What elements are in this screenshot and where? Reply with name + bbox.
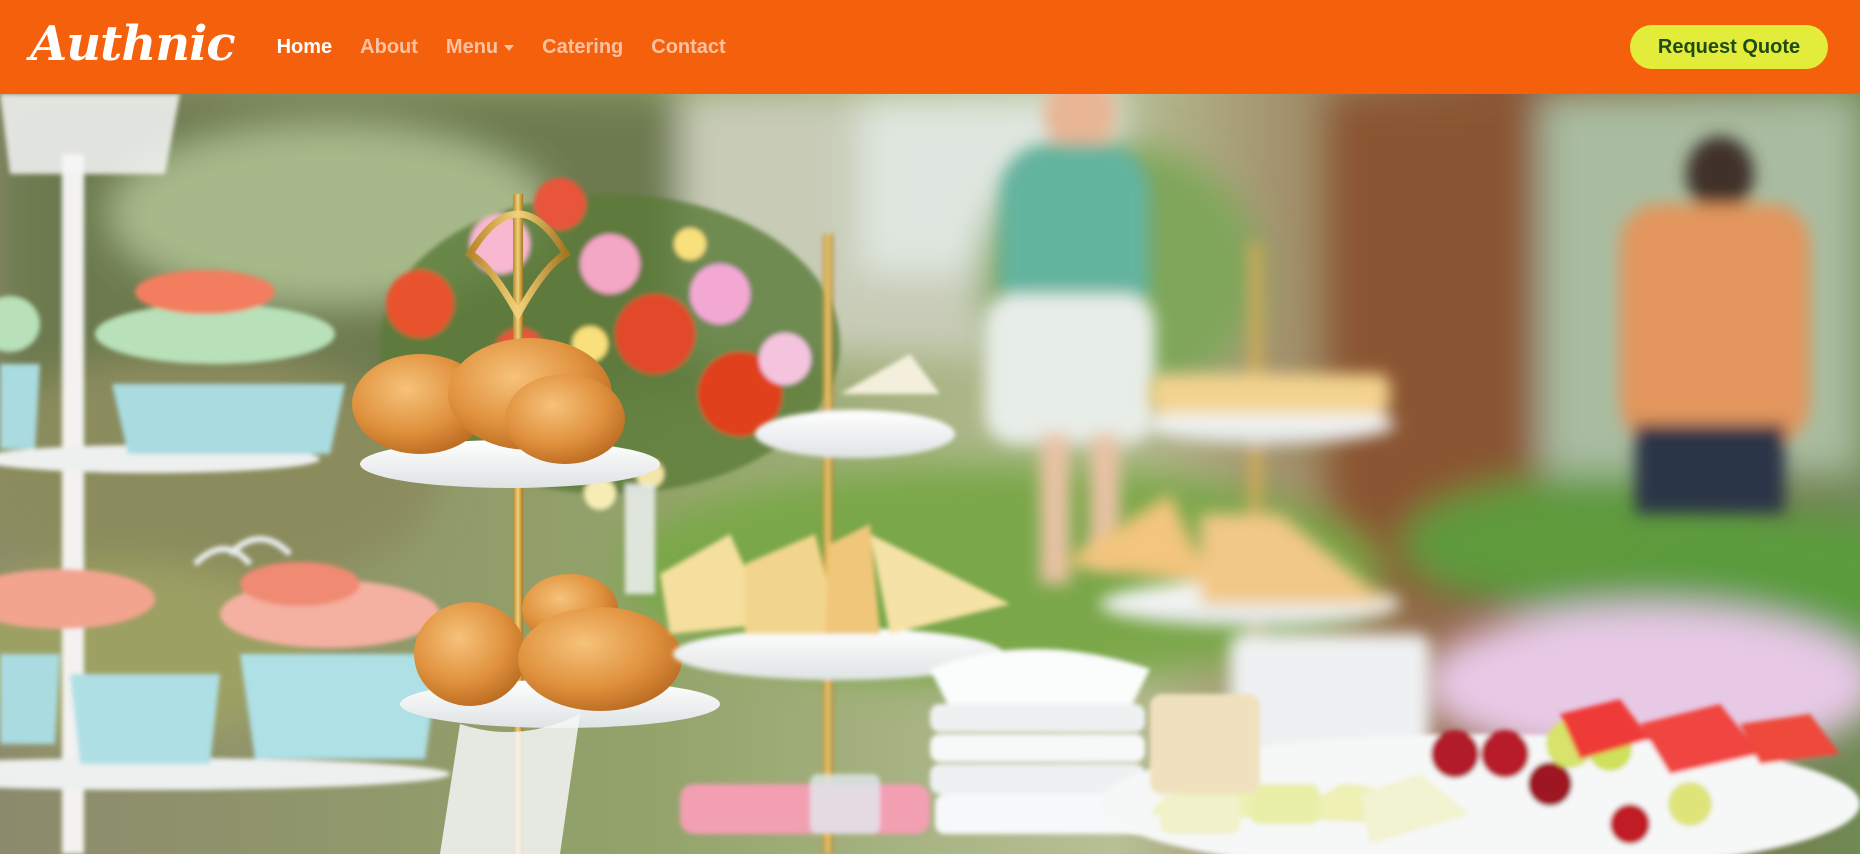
nav-links: Home About Menu Catering Contact <box>263 36 740 59</box>
hero-catering-illustration <box>0 94 1860 854</box>
brand-logo[interactable]: Authnic <box>30 16 236 72</box>
hero-image <box>0 94 1860 854</box>
nav-link-home[interactable]: Home <box>263 36 347 59</box>
chevron-down-icon <box>504 45 515 51</box>
nav-link-menu[interactable]: Menu <box>432 36 528 59</box>
nav-link-menu-label: Menu <box>445 35 499 58</box>
top-navbar: Authnic Home About Menu Catering Contact… <box>0 0 1860 94</box>
request-quote-button[interactable]: Request Quote <box>1630 25 1828 69</box>
nav-link-catering[interactable]: Catering <box>528 36 637 59</box>
nav-link-contact[interactable]: Contact <box>637 36 739 59</box>
nav-link-about[interactable]: About <box>346 36 432 59</box>
